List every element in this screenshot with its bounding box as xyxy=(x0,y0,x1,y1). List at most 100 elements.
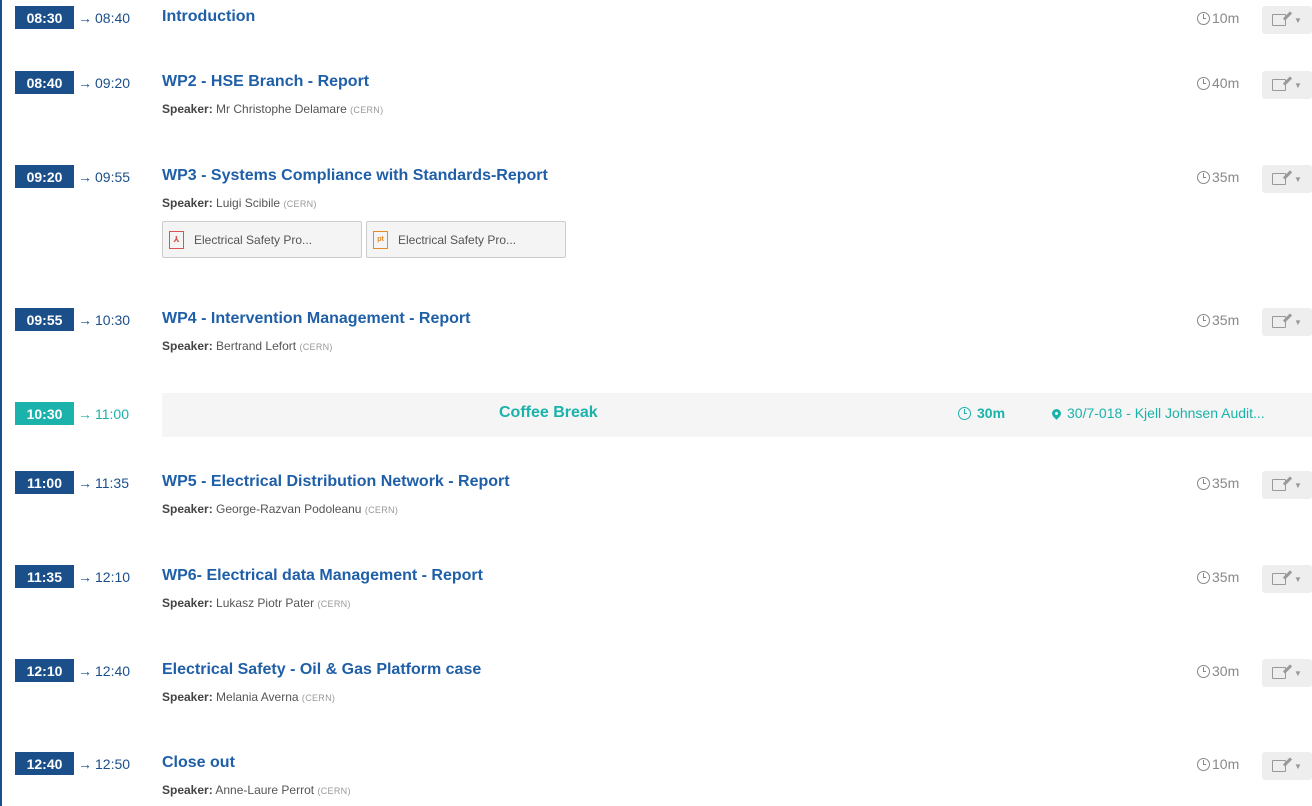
edit-menu-button[interactable]: ▼ xyxy=(1262,6,1312,34)
speaker-name[interactable]: Anne-Laure Perrot xyxy=(215,783,314,797)
edit-menu-button[interactable]: ▼ xyxy=(1262,308,1312,336)
contribution-title[interactable]: Electrical Safety - Oil & Gas Platform c… xyxy=(162,661,481,679)
speaker-affiliation: (CERN) xyxy=(283,199,317,209)
speaker-line: Speaker: Luigi Scibile (CERN) xyxy=(162,196,317,210)
arrow-right-icon: → xyxy=(78,10,92,26)
clock-icon xyxy=(1197,170,1210,184)
end-time: → 08:40 xyxy=(78,10,130,26)
edit-menu-button[interactable]: ▼ xyxy=(1262,752,1312,780)
edit-icon xyxy=(1272,14,1286,26)
edit-menu-button[interactable]: ▼ xyxy=(1262,565,1312,593)
duration-value: 35m xyxy=(1212,169,1240,185)
contribution-title[interactable]: Close out xyxy=(162,754,235,772)
arrow-right-icon: → xyxy=(78,475,92,491)
speaker-label: Speaker: xyxy=(162,596,213,610)
break-location[interactable]: 30/7-018 - Kjell Johnsen Audit... xyxy=(1050,405,1265,421)
duration-value: 35m xyxy=(1212,312,1240,328)
speaker-name[interactable]: Luigi Scibile xyxy=(216,196,280,210)
clock-icon xyxy=(1197,11,1210,25)
contribution-title[interactable]: WP4 - Intervention Management - Report xyxy=(162,310,470,328)
start-time-badge: 10:30 xyxy=(15,402,74,425)
speaker-line: Speaker: Melania Averna (CERN) xyxy=(162,690,335,704)
arrow-right-icon: → xyxy=(78,75,92,91)
start-time-badge: 12:10 xyxy=(15,659,74,682)
clock-icon xyxy=(1197,76,1210,90)
clock-icon xyxy=(1197,476,1210,490)
caret-down-icon: ▼ xyxy=(1294,668,1302,678)
pdf-file-icon: ⅄ xyxy=(169,230,184,249)
edit-menu-button[interactable]: ▼ xyxy=(1262,659,1312,687)
end-time-value: 12:50 xyxy=(95,756,131,772)
presentation-file-icon: pt xyxy=(373,230,388,249)
start-time-badge: 08:30 xyxy=(15,6,74,29)
end-time: → 11:35 xyxy=(78,475,129,491)
end-time-value: 12:10 xyxy=(95,569,131,585)
duration: 35m xyxy=(1197,169,1239,185)
caret-down-icon: ▼ xyxy=(1294,317,1302,327)
end-time-value: 12:40 xyxy=(95,663,131,679)
caret-down-icon: ▼ xyxy=(1294,80,1302,90)
speaker-affiliation: (CERN) xyxy=(317,599,351,609)
speaker-affiliation: (CERN) xyxy=(299,342,333,352)
edit-icon xyxy=(1272,173,1286,185)
edit-menu-button[interactable]: ▼ xyxy=(1262,471,1312,499)
start-time-badge: 12:40 xyxy=(15,752,74,775)
map-pin-icon xyxy=(1050,406,1063,420)
edit-icon xyxy=(1272,79,1286,91)
contribution-title[interactable]: WP3 - Systems Compliance with Standards-… xyxy=(162,167,548,185)
end-time: → 12:40 xyxy=(78,663,130,679)
speaker-name[interactable]: Lukasz Piotr Pater xyxy=(216,596,314,610)
clock-icon xyxy=(1197,313,1210,327)
duration-value: 35m xyxy=(1212,475,1240,491)
edit-menu-button[interactable]: ▼ xyxy=(1262,165,1312,193)
speaker-name[interactable]: Mr Christophe Delamare xyxy=(216,102,347,116)
caret-down-icon: ▼ xyxy=(1294,480,1302,490)
end-time: → 12:10 xyxy=(78,569,130,585)
edit-icon xyxy=(1272,316,1286,328)
end-time: → 09:55 xyxy=(78,169,130,185)
speaker-affiliation: (CERN) xyxy=(317,786,351,796)
speaker-label: Speaker: xyxy=(162,690,213,704)
end-time-value: 11:00 xyxy=(95,406,129,422)
speaker-line: Speaker: George-Razvan Podoleanu (CERN) xyxy=(162,502,398,516)
speaker-label: Speaker: xyxy=(162,502,213,516)
attachment-pdf[interactable]: ⅄ Electrical Safety Pro... xyxy=(162,221,362,258)
arrow-right-icon: → xyxy=(78,406,92,422)
start-time-badge: 11:35 xyxy=(15,565,74,588)
speaker-name[interactable]: Bertrand Lefort xyxy=(216,339,296,353)
contribution-title[interactable]: WP5 - Electrical Distribution Network - … xyxy=(162,473,510,491)
contribution-title[interactable]: WP2 - HSE Branch - Report xyxy=(162,73,369,91)
duration: 35m xyxy=(1197,475,1239,491)
duration-value: 30m xyxy=(1212,663,1240,679)
end-time-value: 10:30 xyxy=(95,312,131,328)
contribution-title[interactable]: WP6- Electrical data Management - Report xyxy=(162,567,483,585)
end-time-value: 11:35 xyxy=(95,475,129,491)
attachment-label: Electrical Safety Pro... xyxy=(194,232,313,247)
speaker-name[interactable]: George-Razvan Podoleanu xyxy=(216,502,361,516)
duration: 35m xyxy=(1197,312,1239,328)
start-time-badge: 09:20 xyxy=(15,165,74,188)
attachments: ⅄ Electrical Safety Pro... pt Electrical S… xyxy=(162,221,566,258)
speaker-line: Speaker: Mr Christophe Delamare (CERN) xyxy=(162,102,383,116)
clock-icon xyxy=(958,406,971,420)
start-time-badge: 08:40 xyxy=(15,71,74,94)
duration-value: 30m xyxy=(977,405,1006,421)
end-time: → 12:50 xyxy=(78,756,130,772)
duration: 10m xyxy=(1197,756,1239,772)
speaker-line: Speaker: Anne-Laure Perrot (CERN) xyxy=(162,783,351,797)
speaker-name[interactable]: Melania Averna xyxy=(216,690,299,704)
caret-down-icon: ▼ xyxy=(1294,174,1302,184)
timeline-line xyxy=(0,0,2,806)
arrow-right-icon: → xyxy=(78,312,92,328)
speaker-label: Speaker: xyxy=(162,783,213,797)
break-title[interactable]: Coffee Break xyxy=(499,404,598,422)
attachment-presentation[interactable]: pt Electrical Safety Pro... xyxy=(366,221,566,258)
caret-down-icon: ▼ xyxy=(1294,574,1302,584)
edit-icon xyxy=(1272,760,1286,772)
duration: 40m xyxy=(1197,75,1239,91)
contribution-title[interactable]: Introduction xyxy=(162,8,255,26)
duration: 10m xyxy=(1197,10,1239,26)
arrow-right-icon: → xyxy=(78,663,92,679)
edit-menu-button[interactable]: ▼ xyxy=(1262,71,1312,99)
clock-icon xyxy=(1197,757,1210,771)
